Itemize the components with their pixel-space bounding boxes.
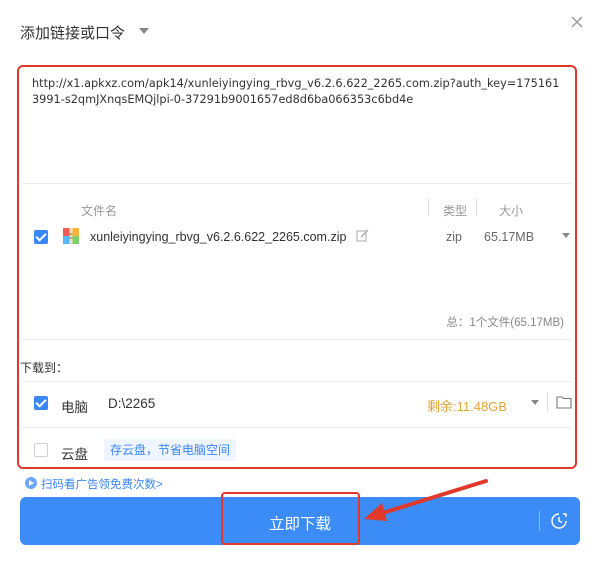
divider — [22, 339, 572, 340]
download-button-label: 立即下载 — [268, 516, 331, 533]
file-checkbox[interactable] — [34, 230, 48, 244]
cloud-checkbox[interactable] — [34, 443, 48, 457]
zip-file-icon — [63, 228, 79, 244]
separator — [539, 511, 540, 531]
file-size: 65.17MB — [484, 230, 535, 244]
download-to-label: 下载到： — [20, 361, 69, 375]
separator — [547, 392, 548, 412]
cloud-label: 云盘 — [61, 447, 88, 462]
chevron-down-icon[interactable] — [562, 233, 570, 238]
cloud-tip-badge: 存云盘，节省电脑空间 — [104, 439, 237, 461]
pc-label: 电脑 — [61, 400, 88, 415]
promo-link[interactable]: 扫码看广告领免费次数> — [41, 476, 163, 492]
column-header-type: 类型 — [443, 204, 468, 218]
edit-icon[interactable] — [356, 229, 369, 242]
title-bar: 添加链接或口令 — [0, 0, 600, 62]
column-separator — [476, 198, 477, 216]
path-dropdown-icon[interactable] — [531, 400, 539, 405]
folder-icon[interactable] — [556, 395, 572, 409]
divider — [22, 427, 572, 428]
file-type: zip — [446, 230, 462, 244]
remaining-space: 剩余:11.48GB — [427, 399, 507, 414]
dialog-title[interactable]: 添加链接或口令 — [20, 22, 125, 43]
download-now-button[interactable]: 立即下载 — [20, 497, 580, 545]
play-icon[interactable] — [25, 477, 37, 489]
column-header-size: 大小 — [499, 204, 524, 218]
divider — [22, 381, 572, 382]
file-summary: 总：1个文件(65.17MB) — [446, 317, 564, 329]
url-input[interactable]: http://x1.apkxz.com/apk14/xunleiyingying… — [22, 70, 572, 182]
pc-checkbox[interactable] — [34, 396, 48, 410]
title-dropdown-icon[interactable] — [139, 28, 149, 34]
column-separator — [428, 198, 429, 216]
file-name: xunleiyingying_rbvg_v6.2.6.622_2265.com.… — [90, 230, 347, 244]
schedule-clock-icon[interactable] — [550, 512, 568, 530]
save-path-input[interactable]: D:\2265 — [108, 396, 155, 411]
divider — [22, 183, 572, 184]
close-icon[interactable] — [569, 14, 585, 30]
column-header-name: 文件名 — [81, 204, 118, 218]
